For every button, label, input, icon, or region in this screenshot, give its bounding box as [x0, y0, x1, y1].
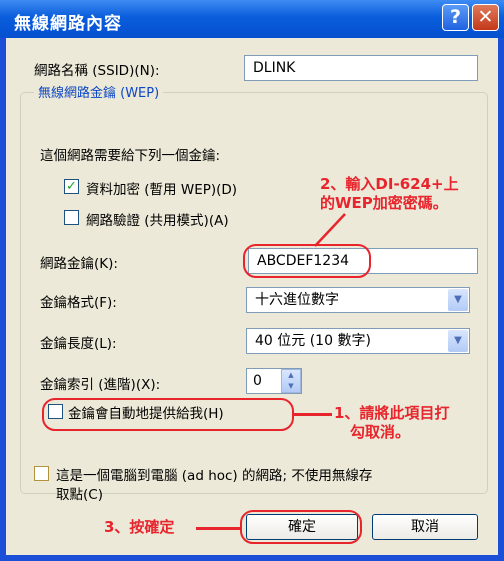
help-button[interactable]: ?: [442, 4, 469, 31]
key-format-value: 十六進位數字: [255, 292, 339, 308]
wireless-properties-dialog: 無線網路內容 ? ✕ 網路名稱 (SSID)(N): DLINK 無線網路金鑰 …: [0, 0, 504, 561]
key-length-select[interactable]: 40 位元 (10 數字) ▼: [246, 328, 470, 354]
title-bar[interactable]: 無線網路內容 ? ✕: [0, 0, 504, 38]
adhoc-checkbox[interactable]: [34, 466, 49, 481]
step2-annotation-line1: 2、輸入DI-624+上: [320, 175, 459, 193]
ssid-field[interactable]: DLINK: [244, 55, 478, 81]
chevron-down-icon[interactable]: ▼: [448, 289, 468, 311]
key-format-select[interactable]: 十六進位數字 ▼: [246, 287, 470, 313]
key-length-label: 金鑰長度(L):: [40, 336, 117, 352]
data-encryption-label[interactable]: 資料加密 (暫用 WEP)(D): [86, 178, 237, 198]
step3-pointer-line: [196, 527, 240, 530]
key-index-label: 金鑰索引 (進階)(X):: [40, 377, 161, 393]
cancel-button[interactable]: 取消: [372, 514, 478, 540]
step3-annotation: 3、按確定: [104, 518, 175, 536]
wep-group-title: 無線網路金鑰 (WEP): [34, 82, 164, 101]
key-required-text: 這個網路需要給下列一個金鑰:: [40, 148, 221, 164]
key-format-label: 金鑰格式(F):: [40, 295, 117, 311]
ssid-label: 網路名稱 (SSID)(N):: [34, 63, 160, 79]
spin-down-icon[interactable]: ▼: [282, 381, 300, 392]
spin-up-icon[interactable]: ▲: [282, 370, 300, 381]
key-length-value: 40 位元 (10 數字): [255, 333, 371, 349]
close-button[interactable]: ✕: [472, 4, 499, 31]
network-key-label: 網路金鑰(K):: [40, 256, 118, 272]
checkmark-icon: ✓: [66, 179, 77, 194]
step1-annotation-line2: 勾取消。: [350, 423, 411, 441]
step1-annotation-line1: 1、請將此項目打: [334, 404, 450, 422]
auto-key-highlight: [42, 398, 294, 431]
network-auth-label[interactable]: 網路驗證 (共用模式)(A): [86, 209, 229, 229]
adhoc-label-line1[interactable]: 這是一個電腦到電腦 (ad hoc) 的網路; 不使用無線存: [56, 464, 372, 484]
key-index-spinner[interactable]: ▲ ▼: [281, 369, 301, 393]
data-encryption-checkbox[interactable]: ✓: [64, 179, 79, 194]
network-auth-checkbox[interactable]: [64, 210, 79, 225]
window-title: 無線網路內容: [14, 14, 122, 34]
chevron-down-icon[interactable]: ▼: [448, 330, 468, 352]
ok-button-highlight: [240, 510, 362, 544]
step1-pointer-line: [294, 413, 332, 416]
adhoc-label-line2[interactable]: 取點(C): [56, 483, 103, 503]
step2-pointer-line: [314, 213, 346, 247]
